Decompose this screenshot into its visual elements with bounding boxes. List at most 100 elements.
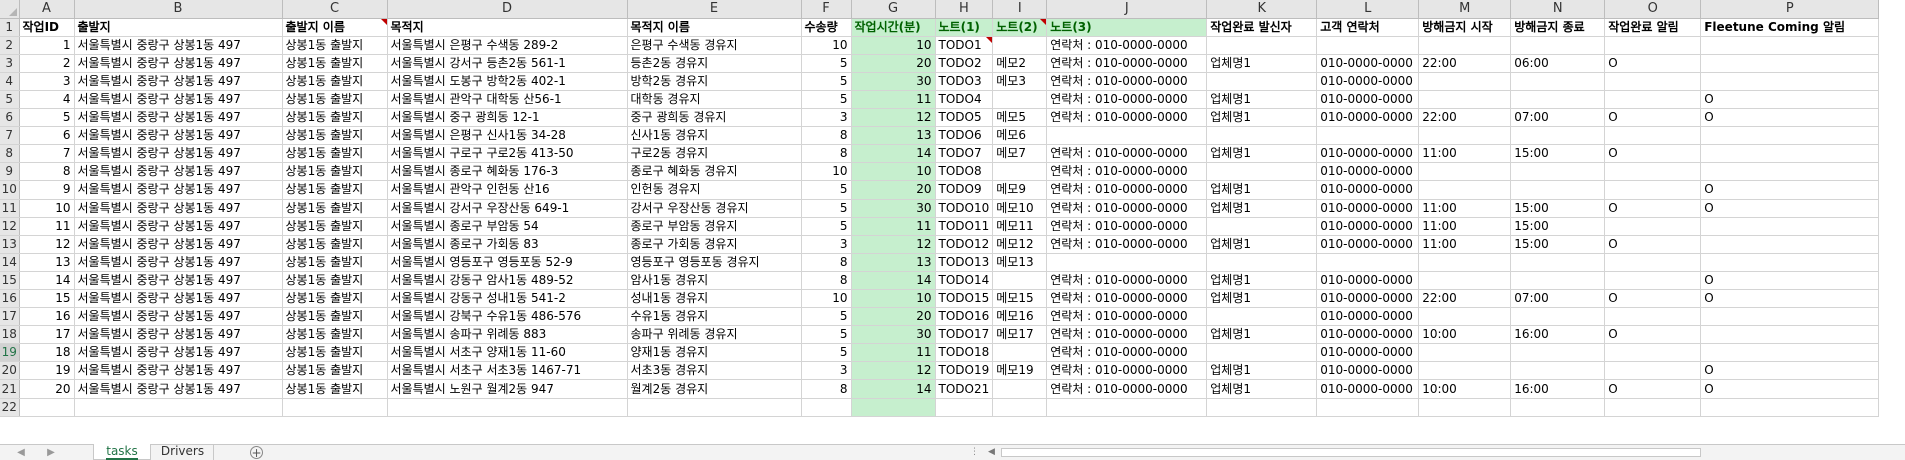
cell[interactable] — [1700, 307, 1880, 327]
cell[interactable]: 연락처 : 010-0000-0000 — [1046, 289, 1208, 309]
cell[interactable]: 010-0000-0000 — [1316, 343, 1420, 363]
cell[interactable]: 8 — [19, 162, 75, 182]
cell[interactable]: 연락처 : 010-0000-0000 — [1046, 343, 1208, 363]
cell[interactable]: TODO14 — [935, 271, 994, 291]
column-header[interactable]: G — [851, 0, 936, 19]
cell[interactable] — [851, 398, 936, 417]
cell[interactable]: 연락처 : 010-0000-0000 — [1046, 361, 1208, 381]
cell[interactable]: 상봉1동 출발지 — [282, 36, 388, 55]
column-header[interactable]: I — [992, 0, 1048, 19]
cell[interactable]: 서울특별시 중랑구 상봉1동 497 — [74, 162, 283, 182]
cell[interactable]: 연락처 : 010-0000-0000 — [1046, 325, 1208, 345]
header-cell[interactable]: 노트(2) — [992, 18, 1048, 37]
cell[interactable]: 11 — [851, 343, 936, 363]
header-cell[interactable]: 고객 연락처 — [1316, 18, 1420, 37]
cell[interactable]: 업체명1 — [1206, 199, 1318, 218]
cell[interactable]: 연락처 : 010-0000-0000 — [1046, 235, 1208, 254]
row-header[interactable]: 21 — [0, 379, 20, 399]
cell[interactable]: 22:00 — [1418, 289, 1512, 309]
cell[interactable]: 010-0000-0000 — [1316, 235, 1420, 254]
cell[interactable]: 구로2동 경유지 — [627, 144, 802, 164]
cell[interactable]: 8 — [801, 271, 852, 291]
scroll-left-icon[interactable]: ◀ — [985, 446, 998, 459]
cell[interactable]: 서울특별시 서초구 서초3동 1467-71 — [387, 361, 628, 381]
cell[interactable]: 서울특별시 중랑구 상봉1동 497 — [74, 217, 283, 236]
cell[interactable]: TODO8 — [935, 162, 994, 182]
cell[interactable]: 15:00 — [1510, 217, 1606, 236]
header-cell[interactable]: 작업완료 발신자 — [1206, 18, 1318, 37]
previous-sheet-icon[interactable]: ◀ — [14, 446, 28, 459]
cell[interactable]: 종로구 가회동 경유지 — [627, 235, 802, 254]
cell[interactable] — [1700, 144, 1880, 164]
row-header[interactable]: 6 — [0, 108, 20, 128]
cell[interactable] — [1604, 90, 1702, 110]
cell[interactable] — [1316, 253, 1420, 272]
cell[interactable] — [1206, 162, 1318, 182]
cell[interactable]: 5 — [801, 199, 852, 218]
cell[interactable] — [1418, 253, 1512, 272]
cell[interactable]: 상봉1동 출발지 — [282, 235, 388, 254]
cell[interactable] — [1604, 398, 1702, 417]
cell[interactable]: 15:00 — [1510, 144, 1606, 164]
cell[interactable]: 업체명1 — [1206, 144, 1318, 164]
cell[interactable]: 상봉1동 출발지 — [282, 253, 388, 272]
cell[interactable]: 서울특별시 영등포구 영등포동 52-9 — [387, 253, 628, 272]
cell[interactable] — [992, 398, 1048, 417]
cell[interactable] — [1418, 72, 1512, 91]
cell[interactable] — [1700, 72, 1880, 91]
cell[interactable] — [1510, 180, 1606, 200]
cell[interactable] — [1510, 343, 1606, 363]
row-header[interactable]: 7 — [0, 126, 20, 146]
cell[interactable]: 연락처 : 010-0000-0000 — [1046, 36, 1208, 55]
cell[interactable]: 메모6 — [992, 126, 1048, 146]
header-cell[interactable]: 목적지 이름 — [627, 18, 802, 37]
cell[interactable]: 상봉1동 출발지 — [282, 72, 388, 91]
cell[interactable]: TODO1 — [935, 36, 994, 55]
cell[interactable]: 서울특별시 종로구 혜화동 176-3 — [387, 162, 628, 182]
row-header[interactable]: 22 — [0, 398, 20, 417]
cell[interactable]: 서울특별시 중랑구 상봉1동 497 — [74, 126, 283, 146]
cell[interactable]: 메모9 — [992, 180, 1048, 200]
cell[interactable] — [1604, 253, 1702, 272]
cell[interactable]: TODO11 — [935, 217, 994, 236]
cell[interactable]: 메모13 — [992, 253, 1048, 272]
cell[interactable]: 상봉1동 출발지 — [282, 379, 388, 399]
cell[interactable]: 14 — [851, 379, 936, 399]
row-header[interactable]: 11 — [0, 199, 20, 218]
cell[interactable]: 14 — [851, 144, 936, 164]
row-header[interactable]: 10 — [0, 180, 20, 200]
cell[interactable]: 서울특별시 강북구 수유1동 486-576 — [387, 307, 628, 327]
cell[interactable]: TODO4 — [935, 90, 994, 110]
cell[interactable]: 메모2 — [992, 54, 1048, 73]
cell[interactable]: 업체명1 — [1206, 325, 1318, 345]
cell[interactable] — [1046, 398, 1208, 417]
cell[interactable]: 12 — [19, 235, 75, 254]
row-header[interactable]: 12 — [0, 217, 20, 236]
cell[interactable] — [1604, 307, 1702, 327]
cell[interactable]: 종로구 부암동 경유지 — [627, 217, 802, 236]
cell[interactable]: 성내1동 경유지 — [627, 289, 802, 309]
cell[interactable] — [992, 379, 1048, 399]
cell[interactable]: 16:00 — [1510, 325, 1606, 345]
cell[interactable] — [1510, 253, 1606, 272]
cell[interactable] — [1418, 90, 1512, 110]
cell[interactable]: 상봉1동 출발지 — [282, 54, 388, 73]
cell[interactable]: 서울특별시 중랑구 상봉1동 497 — [74, 361, 283, 381]
cell[interactable] — [1510, 398, 1606, 417]
cell[interactable]: 5 — [19, 108, 75, 128]
cell[interactable]: 5 — [801, 90, 852, 110]
header-cell[interactable]: 방해금지 시작 — [1418, 18, 1512, 37]
cell[interactable]: 인헌동 경유지 — [627, 180, 802, 200]
cell[interactable]: 서울특별시 관악구 인헌동 산16 — [387, 180, 628, 200]
cell[interactable]: 010-0000-0000 — [1316, 271, 1420, 291]
column-header[interactable]: J — [1046, 0, 1208, 19]
cell[interactable]: 30 — [851, 199, 936, 218]
cell[interactable]: 15:00 — [1510, 235, 1606, 254]
cell[interactable]: 16 — [19, 307, 75, 327]
cell[interactable] — [19, 398, 75, 417]
cell[interactable]: TODO10 — [935, 199, 994, 218]
row-header[interactable]: 8 — [0, 144, 20, 164]
cell[interactable] — [1206, 343, 1318, 363]
cell[interactable]: 6 — [19, 126, 75, 146]
cell[interactable] — [1700, 235, 1880, 254]
